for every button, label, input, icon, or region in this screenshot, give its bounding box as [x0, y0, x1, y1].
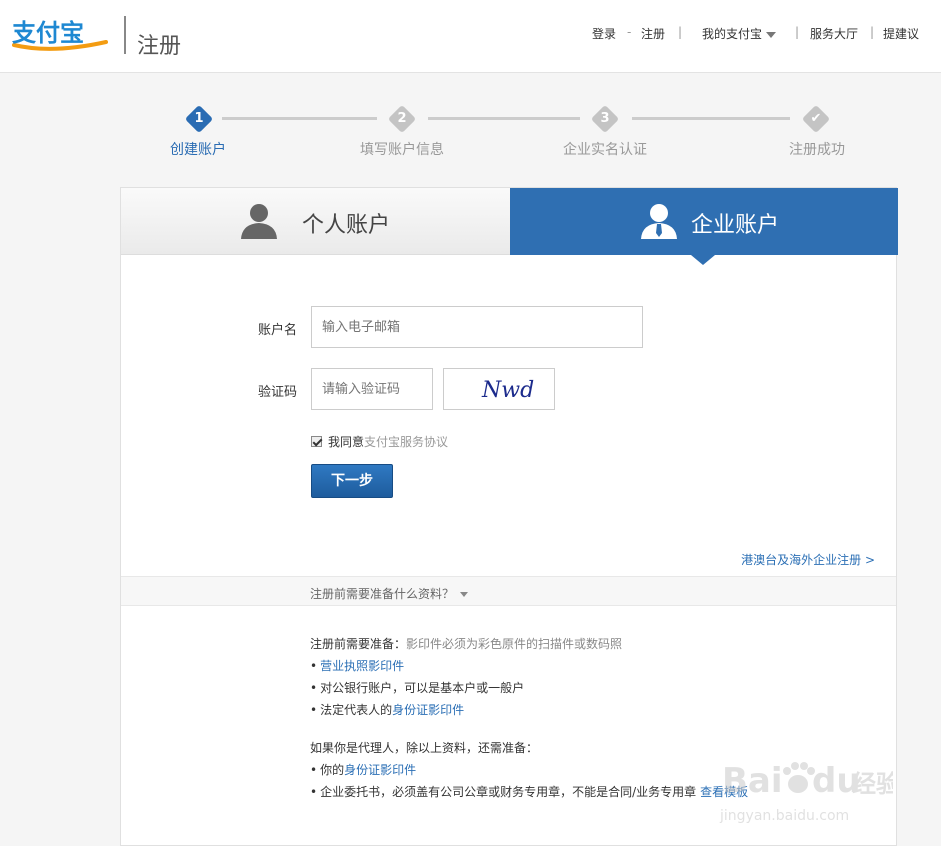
overseas-registration-link[interactable]: 港澳台及海外企业注册 >: [741, 551, 875, 568]
nav-separator: -: [627, 25, 632, 39]
svg-text:jingyan.baidu.com: jingyan.baidu.com: [719, 808, 849, 824]
list-item: • 对公银行账户，可以是基本户或一般户: [310, 681, 525, 695]
preparation-toggle-bar[interactable]: 注册前需要准备什么资料？: [121, 576, 896, 606]
step-1-label: 创建账户: [170, 142, 226, 158]
agreement-row: 我同意支付宝服务协议: [311, 433, 448, 450]
captcha-image[interactable]: Nwd: [443, 368, 555, 410]
progress-steps: 1 创建账户 2 填写账户信息 3 企业实名认证 ✔ 注册成功: [0, 100, 941, 170]
service-hall-link[interactable]: 服务大厅: [810, 25, 858, 42]
tab-personal-account[interactable]: 个人账户: [121, 188, 510, 255]
list-item: • 你的身份证影印件: [310, 763, 417, 777]
nav-separator: |: [678, 25, 683, 39]
business-person-icon: [641, 204, 677, 239]
nav-separator: |: [870, 25, 875, 39]
step-connector: [222, 117, 377, 120]
step-4-label: 注册成功: [789, 142, 845, 158]
agent-intro: 如果你是代理人，除以上资料，还需准备：: [310, 741, 539, 755]
step-number: 3: [600, 111, 610, 126]
svg-text:Bai: Bai: [722, 761, 783, 801]
chevron-down-icon: [766, 31, 777, 38]
step-number: 2: [397, 111, 407, 126]
service-agreement-link[interactable]: 支付宝服务协议: [364, 435, 448, 449]
id-card-copy-link[interactable]: 身份证影印件: [392, 703, 464, 717]
intro-title: 注册前需要准备：: [310, 637, 407, 651]
preparation-list: 注册前需要准备：影印件必须为彩色原件的扫描件或数码照 • 营业执照影印件 • 对公银…: [310, 633, 622, 721]
tab-business-account[interactable]: 企业账户: [510, 188, 898, 255]
account-name-label: 账户名: [258, 323, 298, 338]
preparation-intro: 注册前需要准备：影印件必须为彩色原件的扫描件或数码照: [310, 633, 622, 655]
feedback-link[interactable]: 提建议: [883, 25, 919, 42]
active-tab-pointer: [691, 255, 715, 265]
step-2-label: 填写账户信息: [360, 142, 444, 158]
baidu-jingyan-watermark: Bai du 经验 jingyan.baidu.com: [718, 740, 900, 826]
list-item: • 法定代表人的身份证影印件: [310, 703, 465, 717]
agree-prefix: 我同意: [328, 435, 365, 449]
step-3-label: 企业实名认证: [563, 142, 647, 158]
agent-preparation-list: 如果你是代理人，除以上资料，还需准备： • 你的身份证影印件 • 企业委托书，必须盖…: [310, 737, 748, 803]
agent-id-card-link[interactable]: 身份证影印件: [344, 763, 416, 777]
logo-text: 支付宝: [12, 19, 84, 47]
logo-divider: [124, 16, 126, 54]
step-connector: [428, 117, 580, 120]
business-license-link[interactable]: 营业执照影印件: [320, 659, 404, 673]
paw-icon: [783, 762, 815, 793]
captcha-text: Nwd: [481, 378, 534, 403]
alipay-logo[interactable]: 支付宝: [12, 18, 108, 52]
top-header: 支付宝 注册 登录 - 注册 | 我的支付宝 | 服务大厅 | 提建议: [0, 0, 941, 73]
tab-business-label: 企业账户: [691, 213, 780, 238]
my-alipay-menu[interactable]: 我的支付宝: [702, 25, 777, 42]
step-3-marker: 3: [590, 104, 620, 134]
tab-personal-label: 个人账户: [302, 213, 391, 238]
chevron-down-icon: [460, 592, 469, 597]
captcha-input[interactable]: [311, 368, 433, 410]
svg-text:经验: 经验: [852, 770, 893, 798]
step-2-marker: 2: [387, 104, 417, 134]
person-icon: [241, 204, 277, 239]
login-link[interactable]: 登录: [592, 25, 616, 42]
account-name-input[interactable]: [311, 306, 643, 348]
checkmark-icon: ✔: [810, 111, 822, 126]
preparation-toggle[interactable]: 注册前需要准备什么资料？: [310, 585, 469, 602]
agree-checkbox[interactable]: [311, 436, 322, 447]
list-item: • 营业执照影印件: [310, 659, 405, 673]
preparation-toggle-label: 注册前需要准备什么资料？: [310, 587, 455, 601]
list-item: • 企业委托书，必须盖有公司公章或财务专用章，不能是合同/业务专用章 查看模板: [310, 785, 749, 799]
next-step-button[interactable]: 下一步: [311, 464, 393, 498]
intro-note: 影印件必须为彩色原件的扫描件或数码照: [406, 637, 623, 651]
nav-separator: |: [795, 25, 800, 39]
my-alipay-label: 我的支付宝: [702, 27, 763, 41]
step-4-marker: ✔: [801, 104, 831, 134]
page-title: 注册: [137, 34, 182, 59]
captcha-label: 验证码: [258, 385, 298, 400]
step-connector: [632, 117, 790, 120]
step-1-marker: 1: [184, 104, 214, 134]
step-number: 1: [194, 111, 204, 126]
register-link[interactable]: 注册: [641, 25, 665, 42]
